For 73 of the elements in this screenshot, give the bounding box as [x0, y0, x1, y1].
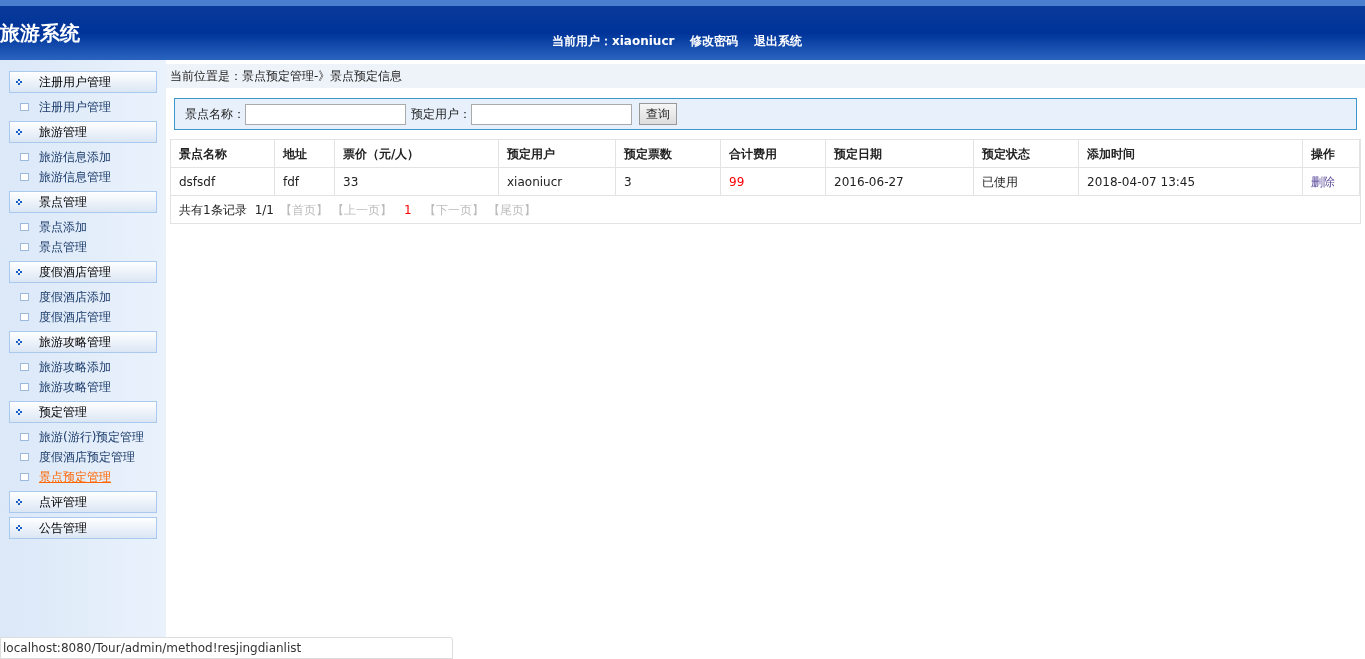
sidebar-group-header[interactable]: 预定管理 — [9, 401, 157, 423]
sidebar-link[interactable]: 旅游(游行)预定管理 — [39, 428, 145, 446]
list-icon — [20, 383, 29, 391]
list-icon — [20, 453, 29, 461]
sidebar-group-header[interactable]: 度假酒店管理 — [9, 261, 157, 283]
column-header: 地址 — [275, 140, 335, 167]
dots-icon — [16, 129, 22, 135]
column-header: 预定状态 — [974, 140, 1079, 167]
sidebar-group-header[interactable]: 公告管理 — [9, 517, 157, 539]
sidebar-link[interactable]: 旅游攻略添加 — [39, 358, 111, 376]
dots-icon — [16, 339, 22, 345]
input-field[interactable] — [471, 103, 632, 125]
table-cell-text: 2016-06-27 — [834, 173, 904, 191]
dots-icon — [16, 79, 22, 85]
sidebar-group-header[interactable]: 景点管理 — [9, 191, 157, 213]
sidebar-link[interactable]: 度假酒店添加 — [39, 288, 111, 306]
table-cell-text: fdf — [283, 173, 300, 191]
list-icon — [20, 223, 29, 231]
field-label: 景点名称： — [185, 106, 245, 123]
dots-icon — [16, 269, 22, 275]
column-header: 预定用户 — [499, 140, 616, 167]
list-icon — [20, 153, 29, 161]
status-bar: localhost:8080/Tour/admin/method!resjingdianlist — [0, 637, 453, 659]
column-header: 景点名称 — [171, 140, 275, 167]
sidebar-group-header[interactable]: 旅游管理 — [9, 121, 157, 143]
table-cell-text: xiaoniucr — [507, 173, 563, 191]
sidebar-link[interactable]: 旅游信息管理 — [39, 168, 111, 186]
list-icon — [20, 293, 29, 301]
table-cell-text: 2018-04-07 13:45 — [1087, 173, 1196, 191]
column-header: 预定日期 — [826, 140, 974, 167]
sidebar-link[interactable]: 景点添加 — [39, 218, 87, 236]
dots-icon — [16, 409, 22, 415]
delete-link[interactable]: 删除 — [1311, 172, 1335, 191]
table-cell-text: dsfsdf — [179, 173, 216, 191]
page-indicator: 1/1 — [254, 201, 274, 219]
sidebar-link[interactable]: 度假酒店预定管理 — [39, 448, 135, 466]
table-cell-text: 99 — [729, 173, 745, 191]
column-header: 票价（元/人） — [335, 140, 499, 167]
list-icon — [20, 243, 29, 251]
column-header: 合计费用 — [721, 140, 826, 167]
header-link[interactable]: 修改密码 — [690, 32, 739, 50]
table-cell-text: 已使用 — [982, 173, 1018, 191]
sidebar-group-header[interactable]: 点评管理 — [9, 491, 157, 513]
sidebar-link[interactable]: 旅游信息添加 — [39, 148, 111, 166]
current-user-label: 当前用户：xiaoniucr — [552, 33, 675, 50]
list-icon — [20, 473, 29, 481]
sidebar-link[interactable]: 注册用户管理 — [39, 98, 111, 116]
table-cell-text: 3 — [624, 173, 632, 191]
pagination-link[interactable]: 1 — [403, 200, 412, 219]
sidebar-group-header[interactable]: 旅游攻略管理 — [9, 331, 157, 353]
input-field[interactable] — [245, 103, 406, 125]
breadcrumb: 当前位置是：景点预定管理-》景点预定信息 — [170, 68, 403, 85]
sidebar-link[interactable]: 度假酒店管理 — [39, 308, 111, 326]
dots-icon — [16, 499, 22, 505]
dots-icon — [16, 525, 22, 531]
column-header: 预定票数 — [616, 140, 721, 167]
column-header: 操作 — [1303, 140, 1360, 167]
sidebar-link[interactable]: 旅游攻略管理 — [39, 378, 111, 396]
column-header: 添加时间 — [1079, 140, 1303, 167]
sidebar-group-header[interactable]: 注册用户管理 — [9, 71, 157, 93]
query-button[interactable]: 查询 — [639, 103, 677, 125]
list-icon — [20, 363, 29, 371]
list-icon — [20, 433, 29, 441]
list-icon — [20, 173, 29, 181]
dots-icon — [16, 199, 22, 205]
header-link[interactable]: 退出系统 — [754, 32, 803, 50]
list-icon — [20, 103, 29, 111]
sidebar-link[interactable]: 景点管理 — [39, 238, 87, 256]
table-cell-text: 33 — [343, 173, 359, 191]
app-title: 旅游系统 — [0, 20, 80, 47]
field-label: 预定用户： — [411, 106, 471, 123]
list-icon — [20, 313, 29, 321]
record-count: 共有1条记录 — [179, 201, 247, 219]
